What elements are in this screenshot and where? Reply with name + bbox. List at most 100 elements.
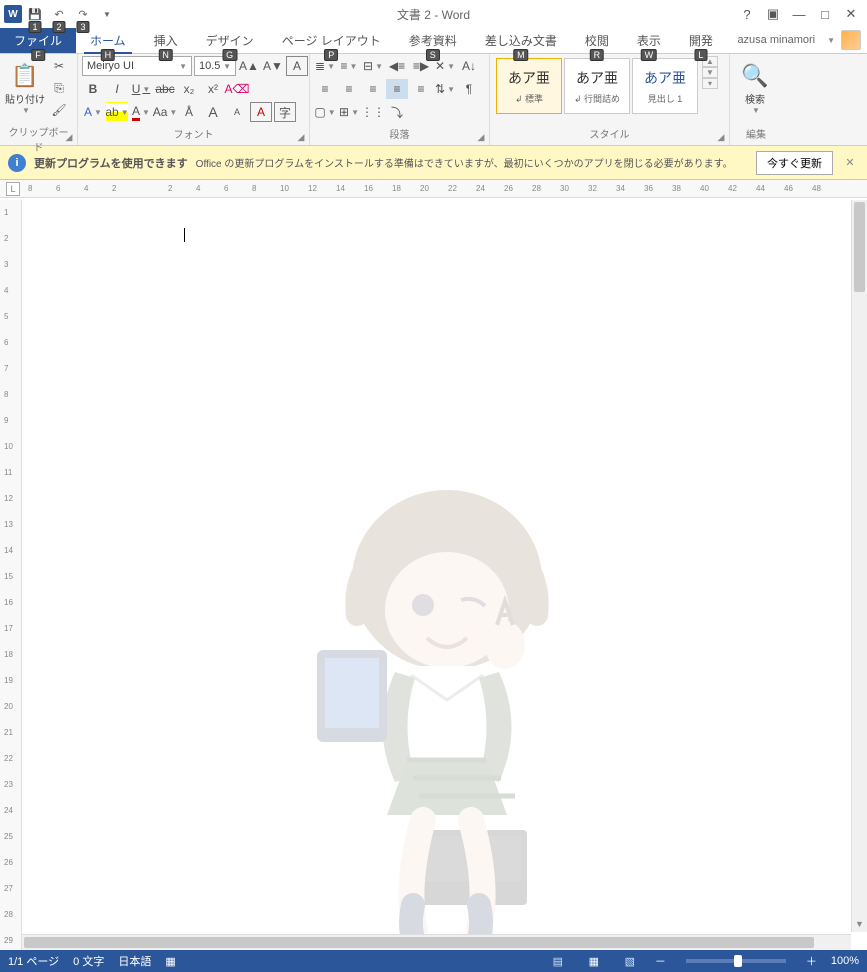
user-name[interactable]: azusa minamori [737,34,815,46]
vertical-scrollbar[interactable]: ▲ ▼ [851,200,867,932]
read-mode-button[interactable]: ▤ [547,953,569,969]
copy-button[interactable]: ⎘ [48,78,70,98]
char-shading-button[interactable]: Aa▼ [154,102,176,122]
multilevel-button[interactable]: ⊟▼ [362,56,384,76]
scroll-thumb-v[interactable] [854,202,865,292]
tab-view[interactable]: 表示W [623,28,675,53]
group-editing: 🔍検索▼ 編集 [730,54,782,145]
language-indicator[interactable]: 日本語 [118,953,151,969]
char-border-button[interactable]: 字 [274,102,296,122]
text-effects-button[interactable]: A▼ [82,102,104,122]
style-gallery[interactable]: あア亜↲ 標準 あア亜↲ 行間詰め あア亜見出し 1 [494,56,700,116]
shrink-font-a-button[interactable]: A [226,102,248,122]
zoom-knob[interactable] [734,955,742,967]
align-center-button[interactable]: ≡ [338,79,360,99]
quick-access-toolbar: W 💾1 ↶2 ↷3 ▼ [0,3,118,25]
page-indicator[interactable]: 1/1 ページ [8,953,59,969]
web-layout-button[interactable]: ▧ [619,953,641,969]
status-bar: 1/1 ページ 0 文字 日本語 ▦ ▤ ▦ ▧ － ＋ 100% [0,950,867,972]
format-painter-button[interactable]: 🖌 [48,100,70,120]
zoom-slider[interactable] [686,959,786,963]
superscript-button[interactable]: x² [202,79,224,99]
style-heading1[interactable]: あア亜見出し 1 [632,58,698,114]
styles-launcher[interactable]: ◢ [715,131,727,143]
italic-button[interactable]: I [106,79,128,99]
zoom-in-button[interactable]: ＋ [806,953,817,969]
sort-button[interactable]: A↓ [458,56,480,76]
shading-button[interactable]: ▢▼ [314,102,336,122]
paragraph-launcher[interactable]: ◢ [475,131,487,143]
page-area[interactable] [22,200,867,950]
justify-button[interactable]: ≡ [386,79,408,99]
macro-indicator[interactable]: ▦ [165,955,175,968]
group-font: Meiryo UI▼ 10.5▼ A▲ A▼ A B I U▼ abc x₂ x… [78,54,310,145]
snap-grid-button[interactable]: ⋮⋮ [362,102,384,122]
qat-customize[interactable]: ▼ [96,3,118,25]
vertical-ruler[interactable]: 1234567891011121314151617181920212223242… [0,200,22,950]
scroll-thumb-h[interactable] [24,937,814,948]
phonetic-guide-button[interactable]: A [286,56,308,76]
group-clipboard: 📋貼り付け▼ ✂ ⎘ 🖌 クリップボード ◢ [0,54,78,145]
tab-developer[interactable]: 開発L [675,28,727,53]
qat-save[interactable]: 💾1 [24,3,46,25]
bold-button[interactable]: B [82,79,104,99]
msgbar-body: Office の更新プログラムをインストールする準備はできていますが、最初にいく… [196,155,748,170]
scroll-down-arrow[interactable]: ▼ [852,916,867,932]
align-right-button[interactable]: ≡ [362,79,384,99]
ribbon-options-button[interactable]: ▣ [761,4,785,24]
font-color-button[interactable]: A▼ [130,102,152,122]
horizontal-scrollbar[interactable] [22,934,851,950]
update-now-button[interactable]: 今すぐ更新 [756,151,833,175]
text-direction-button[interactable]: ⤵ [386,102,408,122]
clipboard-launcher[interactable]: ◢ [63,131,75,143]
distributed-button[interactable]: ≡ [410,79,432,99]
qat-redo[interactable]: ↷3 [72,3,94,25]
tab-selector[interactable]: L [6,182,20,196]
document-title: 文書 2 - Word [397,6,470,23]
qat-undo[interactable]: ↶2 [48,3,70,25]
word-count[interactable]: 0 文字 [73,953,104,969]
maximize-button[interactable]: □ [813,4,837,24]
tab-references[interactable]: 参考資料S [395,28,471,53]
user-avatar[interactable] [841,30,861,50]
tab-design[interactable]: デザインG [192,28,268,53]
zoom-level[interactable]: 100% [831,955,859,967]
tab-insert[interactable]: 挿入N [140,28,192,53]
align-left-button[interactable]: ≡ [314,79,336,99]
borders-button[interactable]: ⊞▼ [338,102,360,122]
font-launcher[interactable]: ◢ [295,131,307,143]
cut-button[interactable]: ✂ [48,56,70,76]
style-normal[interactable]: あア亜↲ 標準 [496,58,562,114]
decrease-indent-button[interactable]: ◀≡ [386,56,408,76]
font-name-combo[interactable]: Meiryo UI▼ [82,56,192,76]
word-app-icon: W [4,5,22,23]
highlight-button[interactable]: ab▼ [106,102,128,122]
change-case-button[interactable]: A [250,102,272,122]
tab-review[interactable]: 校閲R [571,28,623,53]
help-button[interactable]: ? [735,4,759,24]
style-no-spacing[interactable]: あア亜↲ 行間詰め [564,58,630,114]
minimize-button[interactable]: — [787,4,811,24]
tab-layout[interactable]: ページ レイアウトP [268,28,395,53]
horizontal-ruler[interactable]: L 86422468101214161820222426283032343638… [0,180,867,198]
show-marks-button[interactable]: ¶ [458,79,480,99]
title-bar: W 💾1 ↶2 ↷3 ▼ 文書 2 - Word ? ▣ — □ ✕ [0,0,867,28]
paste-button[interactable]: 📋貼り付け▼ [4,56,46,122]
shrink-font-button[interactable]: A▼ [262,56,284,76]
enclose-chars-button[interactable]: Å [178,102,200,122]
close-button[interactable]: ✕ [839,4,863,24]
grow-font-button[interactable]: A▲ [238,56,260,76]
clear-formatting-button[interactable]: A⌫ [226,79,248,99]
line-spacing-button[interactable]: ⇅▼ [434,79,456,99]
msgbar-close[interactable]: ✕ [841,156,859,169]
strikethrough-button[interactable]: abc [154,79,176,99]
subscript-button[interactable]: x₂ [178,79,200,99]
numbering-button[interactable]: ≡▼ [338,56,360,76]
find-button[interactable]: 🔍検索▼ [734,56,776,122]
document-page[interactable] [42,200,832,950]
zoom-out-button[interactable]: － [655,953,666,969]
underline-button[interactable]: U▼ [130,79,152,99]
grow-font-a-button[interactable]: A [202,102,224,122]
print-layout-button[interactable]: ▦ [583,953,605,969]
tab-mailings[interactable]: 差し込み文書M [471,28,571,53]
